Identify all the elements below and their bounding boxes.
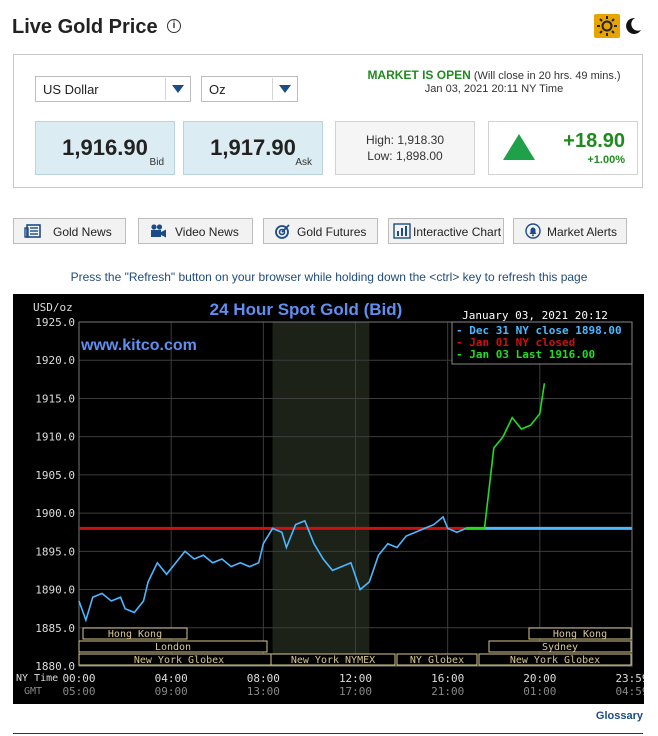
price-panel: US Dollar Oz MARKET IS OPEN (Will close … <box>13 54 643 188</box>
change-value: +18.90 <box>563 130 625 152</box>
chart-timestamp: January 03, 2021 20:12 <box>462 309 608 322</box>
x-tick-label-gmt: 04:59 <box>615 685 644 698</box>
info-icon[interactable]: i <box>167 19 181 33</box>
page-root: Live Gold Price i US Dollar Oz MARKET IS… <box>0 0 658 736</box>
x-tick-label-ny: 12:00 <box>339 672 372 685</box>
ask-label: Ask <box>295 157 312 168</box>
page-title: Live Gold Price <box>12 16 158 38</box>
x-axis-row2-label: GMT <box>24 686 42 697</box>
header: Live Gold Price i <box>12 12 646 42</box>
bar-chart-icon <box>393 223 411 239</box>
x-tick-label-gmt: 09:00 <box>155 685 188 698</box>
y-tick-label: 1890.0 <box>35 584 75 597</box>
currency-value: US Dollar <box>43 82 99 97</box>
x-tick-label-gmt: 01:00 <box>523 685 556 698</box>
x-axis-row1-label: NY Time <box>16 673 58 684</box>
market-datetime: Jan 03, 2021 20:11 NY Time <box>424 83 564 95</box>
nav-label: Gold Futures <box>297 225 367 239</box>
session-label: Hong Kong <box>108 629 162 640</box>
market-alerts-button[interactable]: Market Alerts <box>513 218 627 244</box>
y-tick-label: 1920.0 <box>35 354 75 367</box>
divider <box>13 733 643 734</box>
series-line <box>466 383 546 530</box>
nav-label: Gold News <box>53 225 112 239</box>
session-label: New York Globex <box>134 655 224 666</box>
ask-box: 1,917.90 Ask <box>183 121 323 175</box>
target-icon <box>275 224 290 239</box>
x-tick-label-gmt: 21:00 <box>431 685 464 698</box>
y-tick-label: 1905.0 <box>35 469 75 482</box>
chevron-down-icon <box>165 78 189 100</box>
market-close-note: (Will close in 20 hrs. 49 mins.) <box>473 70 621 82</box>
session-label: Hong Kong <box>553 629 607 640</box>
legend-entry: - Jan 03 Last 1916.00 <box>456 348 595 361</box>
x-tick-label-gmt: 13:00 <box>247 685 280 698</box>
session-label: London <box>155 642 191 653</box>
theme-toggle[interactable] <box>594 14 646 38</box>
y-tick-label: 1915.0 <box>35 392 75 405</box>
session-shade <box>272 322 370 666</box>
x-tick-label-ny: 20:00 <box>523 672 556 685</box>
up-arrow-icon <box>503 134 535 160</box>
x-tick-label-gmt: 05:00 <box>62 685 95 698</box>
nav-label: Video News <box>175 225 239 239</box>
chart-title: 24 Hour Spot Gold (Bid) <box>210 300 403 319</box>
chevron-down-icon <box>272 78 296 100</box>
currency-select[interactable]: US Dollar <box>35 76 191 102</box>
y-tick-label: 1885.0 <box>35 622 75 635</box>
unit-select[interactable]: Oz <box>201 76 298 102</box>
sun-icon[interactable] <box>594 14 620 38</box>
glossary-link[interactable]: Glossary <box>596 710 643 722</box>
change-percent: +1.00% <box>587 154 625 166</box>
gold-price-chart: 1925.0 1920.0 1915.0 1910.0 1905.0 1900.0 1895… <box>13 294 649 704</box>
change-box: +18.90 +1.00% <box>488 121 638 175</box>
moon-icon[interactable] <box>620 14 646 38</box>
gold-news-button[interactable]: Gold News <box>13 218 126 244</box>
x-tick-label-ny: 04:00 <box>155 672 188 685</box>
session-label: Sydney <box>542 642 578 653</box>
x-tick-label-ny: 16:00 <box>431 672 464 685</box>
nav-label: Market Alerts <box>547 225 618 239</box>
session-label: NY Globex <box>410 655 464 666</box>
market-status: MARKET IS OPEN (Will close in 20 hrs. 49… <box>349 69 639 96</box>
y-axis-label: USD/oz <box>33 301 73 314</box>
high-value: High: 1,918.30 <box>365 133 445 147</box>
x-tick-label-gmt: 17:00 <box>339 685 372 698</box>
y-tick-label: 1925.0 <box>35 316 75 329</box>
chart-svg: 1925.0 1920.0 1915.0 1910.0 1905.0 1900.0 1895… <box>16 300 649 698</box>
y-tick-label: 1910.0 <box>35 431 75 444</box>
x-tick-label-ny: 23:59 <box>615 672 644 685</box>
session-label: New York NYMEX <box>291 655 375 666</box>
gold-futures-button[interactable]: Gold Futures <box>263 218 378 244</box>
bid-label: Bid <box>149 157 164 168</box>
video-camera-icon <box>151 224 166 238</box>
unit-value: Oz <box>209 82 226 97</box>
newspaper-icon <box>24 224 41 238</box>
chart-watermark: www.kitco.com <box>80 337 197 354</box>
x-tick-label-ny: 00:00 <box>62 672 95 685</box>
low-value: Low: 1,898.00 <box>367 149 443 163</box>
x-tick-label-ny: 08:00 <box>247 672 280 685</box>
high-low-box: High: 1,918.30 Low: 1,898.00 <box>335 121 475 175</box>
interactive-chart-button[interactable]: Interactive Chart <box>388 218 504 244</box>
refresh-note: Press the "Refresh" button on your brows… <box>70 270 588 284</box>
market-status-label: MARKET IS OPEN <box>367 68 471 82</box>
bell-icon <box>525 223 541 239</box>
bid-box: 1,916.90 Bid <box>35 121 175 175</box>
y-tick-label: 1900.0 <box>35 507 75 520</box>
video-news-button[interactable]: Video News <box>138 218 253 244</box>
nav-label: Interactive Chart <box>413 225 502 239</box>
y-tick-label: 1895.0 <box>35 545 75 558</box>
session-label: New York Globex <box>510 655 600 666</box>
